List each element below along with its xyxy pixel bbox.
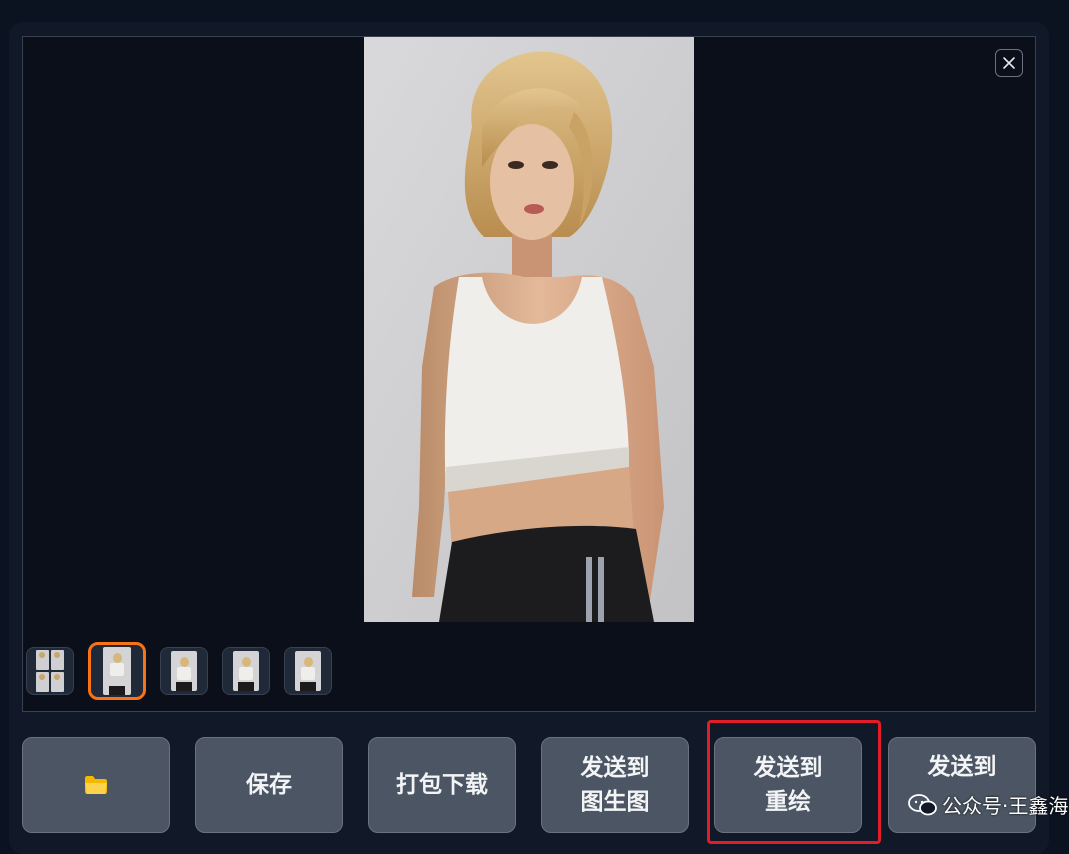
thumbnail-item[interactable]	[160, 647, 208, 695]
portrait-illustration	[364, 37, 694, 622]
wechat-icon	[908, 793, 937, 815]
generated-image-preview[interactable]	[364, 37, 694, 622]
thumbnail-strip	[26, 642, 332, 700]
save-button[interactable]: 保存	[195, 737, 343, 833]
zip-download-button[interactable]: 打包下载	[368, 737, 516, 833]
send-to-inpaint-button[interactable]: 发送到 重绘	[714, 737, 862, 833]
close-icon	[1003, 57, 1015, 69]
watermark-text: 公众号·王鑫海	[942, 794, 1069, 818]
send-to-img2img-button[interactable]: 发送到 图生图	[541, 737, 689, 833]
folder-icon	[85, 776, 107, 794]
watermark: 公众号·王鑫海	[908, 790, 1068, 819]
close-preview-button[interactable]	[995, 49, 1023, 77]
thumbnail-item[interactable]	[284, 647, 332, 695]
image-gallery	[22, 36, 1036, 712]
thumbnail-item[interactable]	[222, 647, 270, 695]
thumbnail-grid[interactable]	[26, 647, 74, 695]
thumbnail-item-selected[interactable]	[88, 642, 146, 700]
open-folder-button[interactable]	[22, 737, 170, 833]
